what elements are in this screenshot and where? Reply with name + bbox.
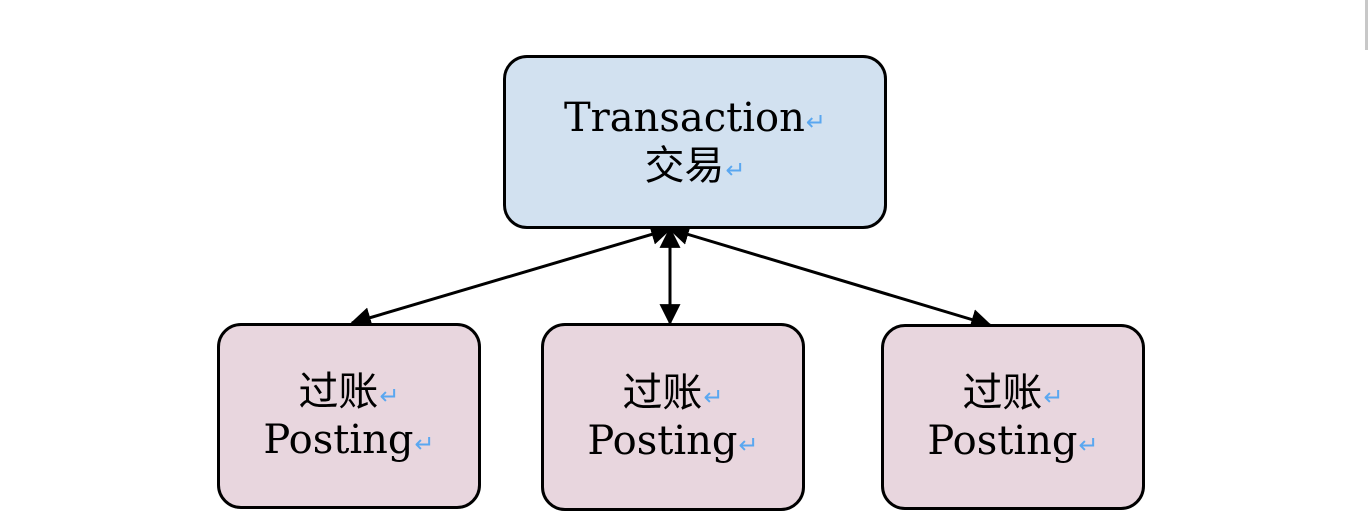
posting-label-en: Posting [587, 418, 738, 464]
arrow-transaction-posting-3 [667, 224, 993, 330]
posting-node-2[interactable]: 过账 ↵ Posting ↵ [541, 323, 805, 511]
paragraph-mark-icon: ↵ [725, 155, 746, 184]
transaction-label-zh: 交易 [644, 143, 725, 189]
paragraph-mark-icon: ↵ [379, 381, 400, 410]
posting-label-zh: 过账 [298, 369, 379, 415]
arrow-transaction-posting-1 [349, 224, 673, 328]
posting-label-en: Posting [927, 418, 1078, 464]
transaction-label-en: Transaction [563, 95, 805, 141]
posting-line-zh: 过账 ↵ [962, 369, 1063, 417]
paragraph-mark-icon: ↵ [1043, 382, 1064, 411]
paragraph-mark-icon: ↵ [414, 429, 435, 458]
paragraph-mark-icon: ↵ [1078, 430, 1099, 459]
transaction-line-zh: 交易 ↵ [644, 142, 745, 190]
paragraph-mark-icon: ↵ [738, 430, 759, 459]
transaction-line-en: Transaction ↵ [564, 94, 826, 142]
posting-line-zh: 过账 ↵ [298, 368, 399, 416]
posting-line-zh: 过账 ↵ [622, 369, 723, 417]
paragraph-mark-icon: ↵ [805, 107, 826, 136]
posting-label-en: Posting [263, 417, 414, 463]
paragraph-mark-icon: ↵ [703, 382, 724, 411]
posting-line-en: Posting ↵ [263, 416, 434, 464]
posting-line-en: Posting ↵ [927, 417, 1098, 465]
posting-line-en: Posting ↵ [587, 417, 758, 465]
transaction-node[interactable]: Transaction ↵ 交易 ↵ [503, 55, 887, 229]
diagram-canvas: Transaction ↵ 交易 ↵ 过账 ↵ Posting ↵ 过账 ↵ Postin… [0, 0, 1372, 522]
posting-node-1[interactable]: 过账 ↵ Posting ↵ [217, 323, 481, 509]
posting-node-3[interactable]: 过账 ↵ Posting ↵ [881, 324, 1145, 510]
posting-label-zh: 过账 [962, 370, 1043, 416]
posting-label-zh: 过账 [622, 370, 703, 416]
